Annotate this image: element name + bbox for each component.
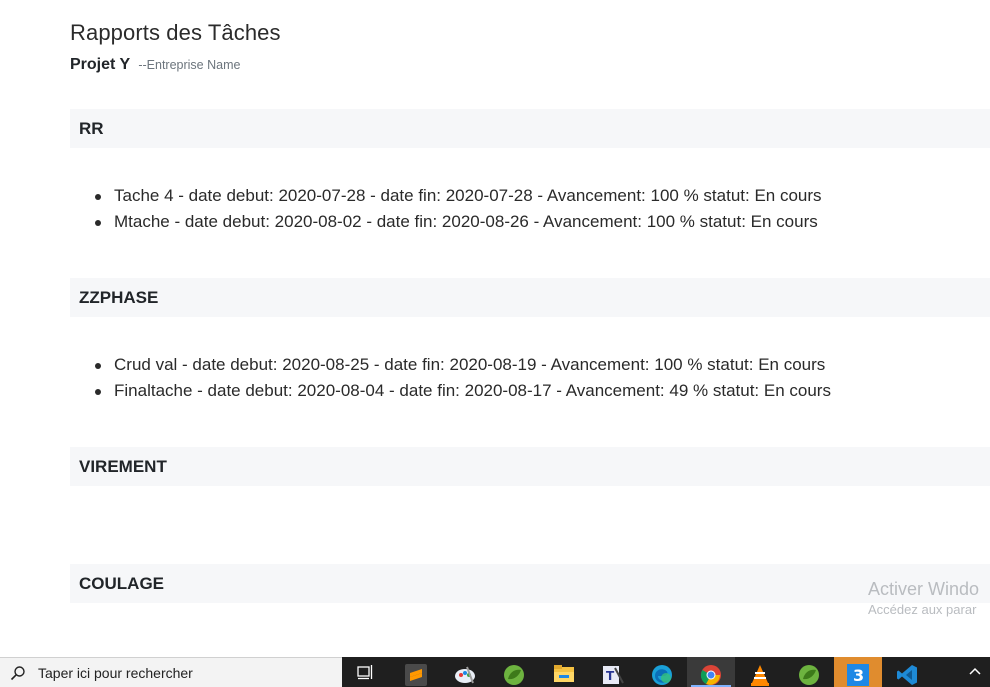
phase-header: ZZPHASE [70,278,990,317]
file-explorer-icon[interactable] [540,657,588,687]
list-item: Crud val - date debut: 2020-08-25 - date… [95,352,831,378]
spring-tool-suite-icon-2[interactable] [785,657,833,687]
phase-header: VIREMENT [70,447,990,486]
project-subtitle: Projet Y --Entreprise Name [70,56,240,74]
svg-text:3: 3 [853,666,864,685]
vlc-icon[interactable] [736,657,784,687]
task-view-icon[interactable] [342,657,390,687]
list-item: Tache 4 - date debut: 2020-07-28 - date … [95,183,822,209]
chrome-icon[interactable] [687,657,735,687]
vscode-icon[interactable] [883,657,931,687]
watermark-title: Activer Windo [868,579,980,599]
page-title: Rapports des Tâches [70,20,281,45]
search-placeholder: Taper ici pour rechercher [38,664,193,681]
phase-section-rr: RR Tache 4 - date debut: 2020-07-28 - da… [70,109,990,231]
phase-section-zzphase: ZZPHASE Crud val - date debut: 2020-08-2… [70,278,990,400]
list-item: Finaltache - date debut: 2020-08-04 - da… [95,378,831,404]
search-icon [10,665,26,681]
task-text: Finaltache - date debut: 2020-08-04 - da… [114,381,831,400]
svg-text:T: T [606,669,615,683]
paint-icon[interactable] [441,657,489,687]
task-text: Tache 4 - date debut: 2020-07-28 - date … [114,186,822,205]
bullet-icon [95,220,101,226]
chevron-up-icon[interactable] [960,657,990,687]
badge-3-icon[interactable]: 3 [834,657,882,687]
activation-watermark: Activer Windo Accédez aux parar [868,577,979,619]
text-editor-icon[interactable]: T [589,657,637,687]
taskbar-search[interactable]: Taper ici pour rechercher [0,657,342,687]
list-item: Mtache - date debut: 2020-08-02 - date f… [95,209,822,235]
task-text: Crud val - date debut: 2020-08-25 - date… [114,355,826,374]
bullet-icon [95,389,101,395]
bullet-icon [95,194,101,200]
taskbar: Taper ici pour rechercher T 3 [0,657,990,687]
task-list: Tache 4 - date debut: 2020-07-28 - date … [95,183,822,235]
report-page: Rapports des Tâches Projet Y --Entrepris… [0,0,990,657]
spring-tool-suite-icon[interactable] [490,657,538,687]
company-name: --Entreprise Name [138,58,241,72]
task-text: Mtache - date debut: 2020-08-02 - date f… [114,212,818,231]
phase-section-coulage: COULAGE [70,564,990,603]
project-name: Projet Y [70,56,130,73]
task-list: Crud val - date debut: 2020-08-25 - date… [95,352,831,404]
phase-header: COULAGE [70,564,990,603]
edge-icon[interactable] [638,657,686,687]
watermark-subtitle: Accédez aux parar [868,602,977,617]
phase-section-virement: VIREMENT [70,447,990,486]
bullet-icon [95,363,101,369]
sublime-text-icon[interactable] [392,657,440,687]
phase-header: RR [70,109,990,148]
